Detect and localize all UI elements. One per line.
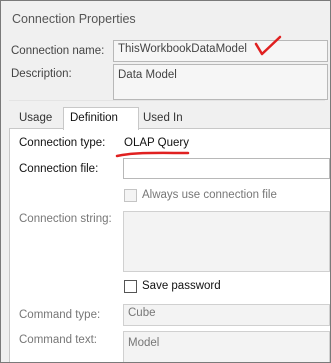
- connection-file-input[interactable]: [123, 158, 330, 179]
- connection-string-field[interactable]: [123, 211, 330, 272]
- always-use-connection-file-label: Always use connection file: [142, 189, 277, 201]
- connection-type-label: Connection type:: [19, 137, 106, 149]
- connection-name-label: Connection name:: [11, 45, 105, 57]
- connection-name-field[interactable]: ThisWorkbookDataModel: [113, 40, 328, 62]
- tab-strip: Usage Definition Used In: [9, 107, 325, 130]
- connection-string-label: Connection string:: [19, 213, 112, 225]
- command-type-label: Command type:: [19, 309, 101, 321]
- window-title: Connection Properties: [12, 12, 136, 26]
- description-label: Description:: [11, 68, 72, 80]
- command-text-field[interactable]: Model: [123, 331, 330, 362]
- description-field[interactable]: Data Model: [113, 64, 328, 100]
- command-text-label: Command text:: [19, 334, 97, 346]
- tab-usage[interactable]: Usage: [13, 110, 58, 129]
- tab-used-in[interactable]: Used In: [137, 110, 189, 129]
- always-use-connection-file-checkbox[interactable]: [124, 189, 137, 202]
- connection-file-label: Connection file:: [19, 163, 99, 175]
- command-type-field[interactable]: Cube: [123, 304, 330, 326]
- connection-properties-dialog: Connection Properties Connection name: T…: [0, 0, 331, 363]
- divider: [9, 100, 325, 101]
- red-underline-annotation: [115, 151, 190, 158]
- tab-definition[interactable]: Definition: [63, 107, 139, 130]
- save-password-checkbox[interactable]: [124, 280, 137, 293]
- title-bar: Connection Properties: [1, 1, 330, 37]
- red-checkmark-annotation: [254, 35, 282, 56]
- save-password-label: Save password: [142, 280, 221, 292]
